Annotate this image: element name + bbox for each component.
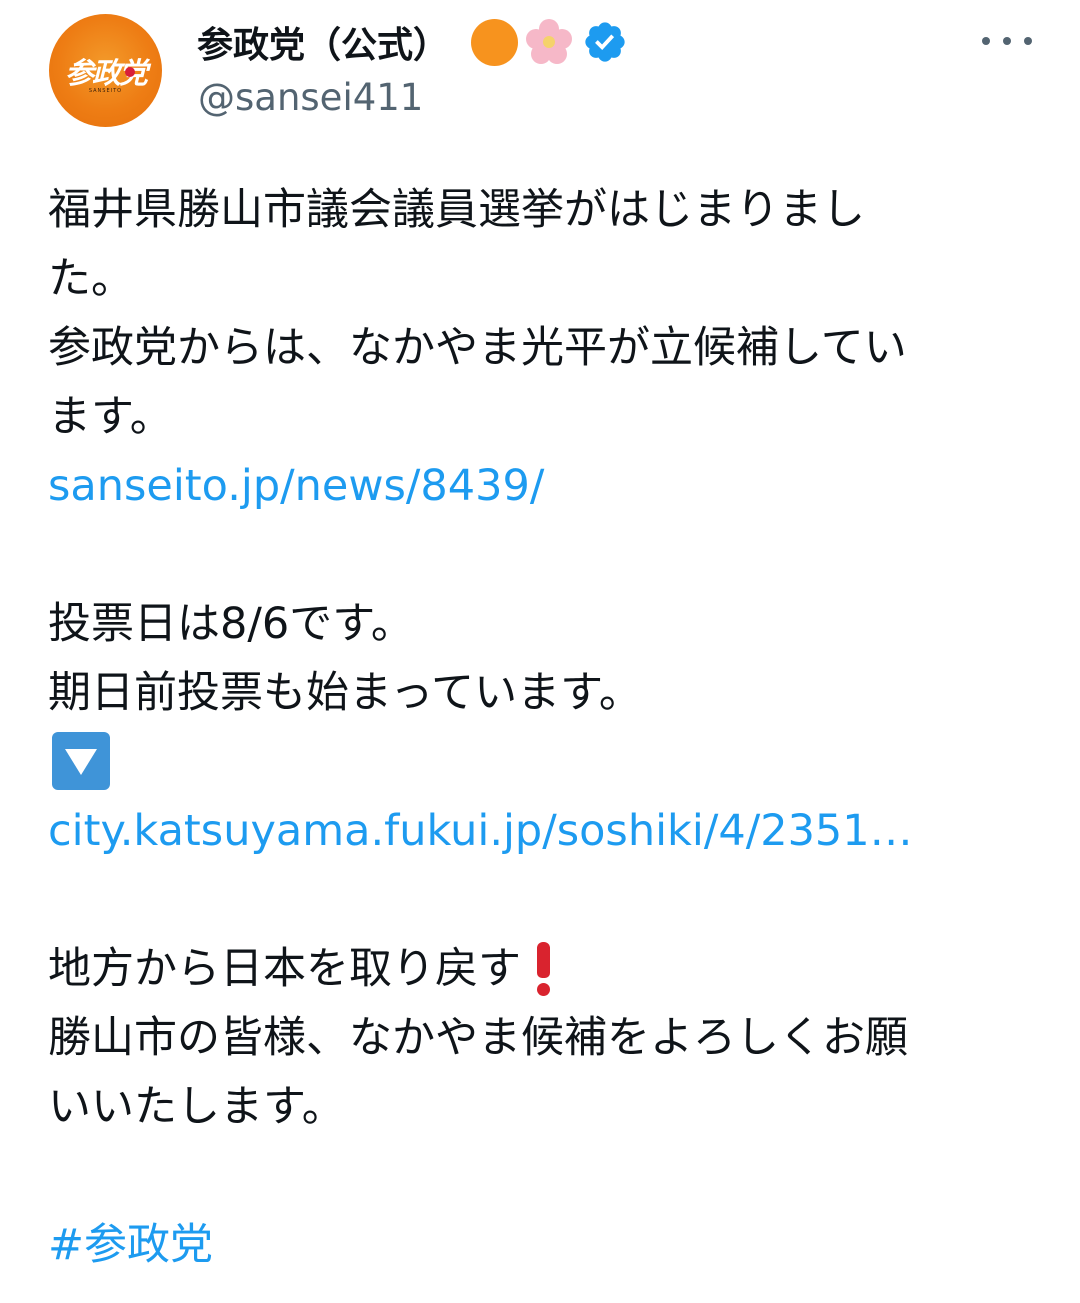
tweet-line: ます。 <box>48 392 173 442</box>
city-link[interactable]: city.katsuyama.fukui.jp/soshiki/4/2351… <box>48 806 913 856</box>
avatar[interactable]: 参政党 SANSEITO <box>49 14 162 127</box>
tweet-line: 参政党からは、なかやま光平が立候補してい <box>48 323 907 373</box>
tweet-line: 投票日は8/6です。 <box>48 599 414 649</box>
tweet-line: sanseito.jp/news/8439/ <box>48 452 1038 521</box>
red-exclamation-icon <box>533 940 555 996</box>
display-name[interactable]: 参政党（公式） <box>197 16 449 68</box>
tweet-line: 福井県勝山市議会議員選挙がはじまりまし <box>48 185 865 235</box>
tweet-line: city.katsuyama.fukui.jp/soshiki/4/2351… <box>48 797 1038 866</box>
tweet-line: #参政党 <box>48 1211 1038 1280</box>
tweet-line: 地方から日本を取り戻す <box>48 935 1038 1004</box>
avatar-logo-dot <box>125 67 135 77</box>
news-link[interactable]: sanseito.jp/news/8439/ <box>48 461 544 511</box>
avatar-logo-subtext: SANSEITO <box>88 88 123 94</box>
hashtag-link[interactable]: #参政党 <box>48 1220 213 1270</box>
avatar-logo-text: 参政党 <box>64 56 148 90</box>
user-handle[interactable]: @sansei411 <box>198 76 423 119</box>
tweet-line: いいたします。 <box>48 1082 345 1132</box>
tweet-line-text: 地方から日本を取り戻す <box>48 944 521 994</box>
display-name-row: 参政党（公式） <box>197 18 628 66</box>
orange-circle-icon <box>471 18 519 66</box>
more-options-button[interactable] <box>982 26 1032 56</box>
down-arrow-button-icon <box>52 731 110 790</box>
cherry-blossom-icon <box>524 17 574 67</box>
more-horizontal-icon <box>982 37 990 45</box>
tweet-header: 参政党 SANSEITO 参政党（公式） @sansei411 <box>0 0 1080 140</box>
tweet-line: 勝山市の皆様、なかやま候補をよろしくお願 <box>48 1013 908 1063</box>
tweet-text: 福井県勝山市議会議員選挙がはじまりまし た。 参政党からは、なかやま光平が立候補… <box>48 176 1038 1280</box>
tweet-line: 期日前投票も始まっています。 <box>48 668 642 718</box>
tweet-line: た。 <box>48 254 134 304</box>
verified-badge-icon[interactable] <box>582 19 628 65</box>
tweet-line <box>48 728 1038 797</box>
